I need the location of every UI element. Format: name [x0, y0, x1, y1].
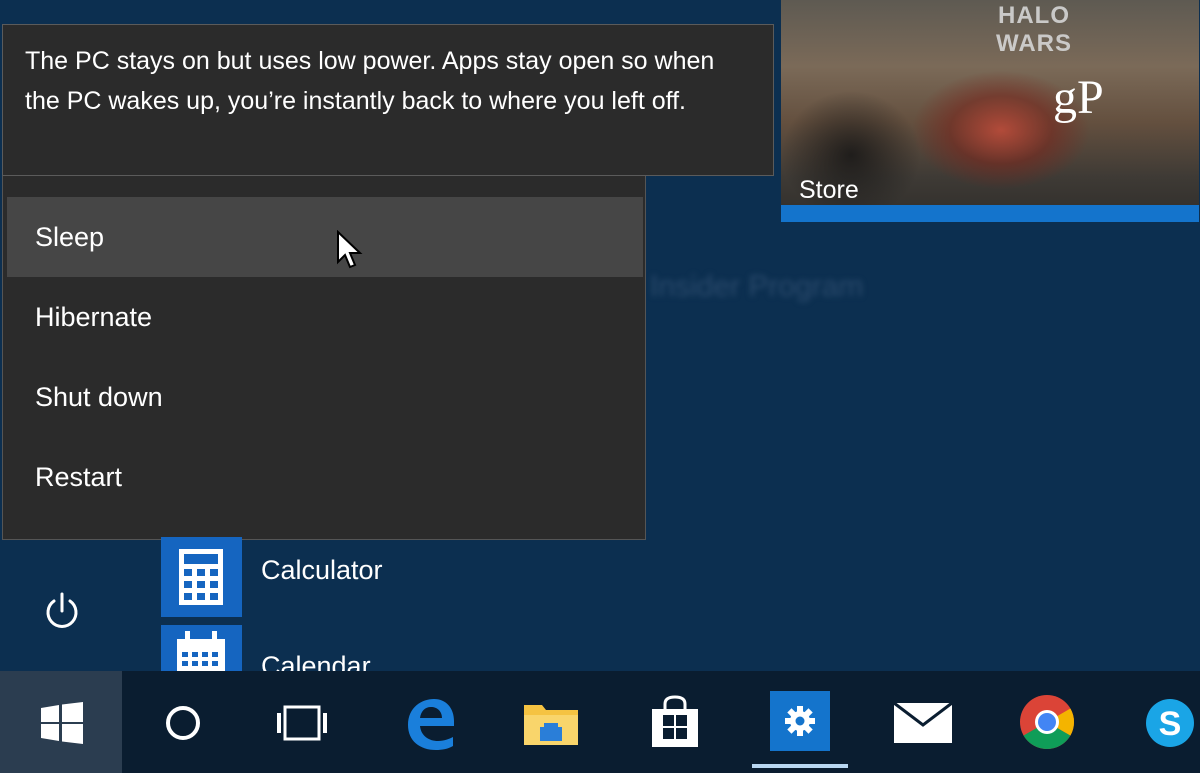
taskbar-active-indicator	[752, 764, 848, 768]
app-label-calculator: Calculator	[261, 555, 383, 585]
mail-icon	[893, 701, 953, 743]
skype-button[interactable]: S	[1110, 671, 1200, 773]
file-explorer-icon	[524, 705, 578, 745]
app-item-calendar[interactable]: Calendar	[161, 625, 561, 671]
mouse-cursor-icon	[337, 230, 363, 269]
power-menu: Sleep Hibernate Shut down Restart	[2, 176, 646, 540]
store-button[interactable]	[614, 671, 736, 773]
background-text: Insider Program	[650, 270, 864, 303]
edge-icon	[408, 699, 454, 750]
app-label-calendar: Calendar	[261, 651, 371, 671]
taskbar: S	[0, 671, 1200, 773]
edge-button[interactable]	[370, 671, 492, 773]
halo-wars-logo: HALO WARS	[996, 2, 1072, 57]
task-view-button[interactable]	[240, 671, 362, 773]
skype-icon: S	[1146, 699, 1194, 747]
cortana-button[interactable]	[122, 671, 244, 773]
windows-start-icon	[41, 702, 83, 744]
cortana-icon	[166, 706, 200, 740]
sleep-tooltip: The PC stays on but uses low power. Apps…	[2, 24, 774, 176]
mail-button[interactable]	[862, 671, 984, 773]
app-item-calculator[interactable]: Calculator	[161, 537, 561, 617]
gp-watermark: gP	[1053, 71, 1104, 124]
start-button[interactable]	[0, 671, 122, 773]
settings-button[interactable]	[738, 671, 860, 773]
power-icon[interactable]	[40, 590, 84, 634]
power-menu-item-restart[interactable]: Restart	[7, 437, 643, 517]
store-tile[interactable]: HALO WARS gP Store	[781, 0, 1199, 222]
power-menu-item-shut-down[interactable]: Shut down	[7, 357, 643, 437]
chrome-button[interactable]	[986, 671, 1108, 773]
calculator-icon	[161, 537, 242, 617]
chrome-icon	[1020, 695, 1075, 750]
settings-icon	[770, 691, 830, 751]
store-tile-stripe	[781, 205, 1199, 222]
power-menu-item-hibernate[interactable]: Hibernate	[7, 277, 643, 357]
store-icon	[652, 695, 698, 747]
calendar-icon	[161, 625, 242, 671]
task-view-icon	[277, 705, 327, 741]
power-menu-item-sleep[interactable]: Sleep	[7, 197, 643, 277]
store-tile-label: Store	[799, 176, 859, 204]
file-explorer-button[interactable]	[490, 671, 612, 773]
svg-text:S: S	[1159, 705, 1182, 743]
